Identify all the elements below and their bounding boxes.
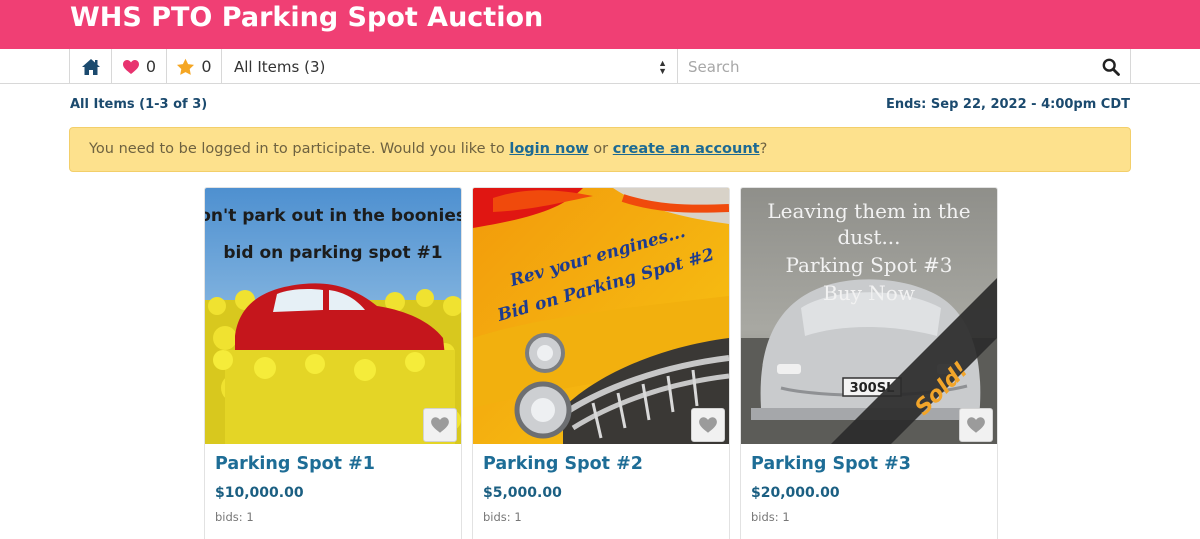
- favorite-button[interactable]: [691, 408, 725, 442]
- login-alert: You need to be logged in to participate.…: [69, 127, 1131, 172]
- home-icon: [81, 58, 100, 75]
- auction-item-card[interactable]: don't park out in the boonies - bid on p…: [204, 187, 462, 539]
- item-bids: bids: 1: [215, 510, 254, 524]
- favorite-heart-icon: [431, 417, 449, 433]
- favorite-heart-icon: [967, 417, 985, 433]
- home-button[interactable]: [69, 49, 111, 84]
- image-text-line: Leaving them in the: [767, 199, 970, 223]
- favorites-count: 0: [145, 57, 157, 76]
- star-icon: [177, 58, 195, 75]
- auction-end-label: Ends: Sep 22, 2022 - 4:00pm CDT: [885, 97, 1130, 112]
- item-title[interactable]: Parking Spot #1: [215, 454, 375, 474]
- item-bids: bids: 1: [483, 510, 522, 524]
- site-title[interactable]: WHS PTO Parking Spot Auction: [70, 2, 543, 33]
- category-select-value: All Items (3): [234, 57, 326, 76]
- alert-text-prefix: You need to be logged in to participate.…: [89, 141, 510, 157]
- favorite-button[interactable]: [959, 408, 993, 442]
- item-image[interactable]: 300SL Leaving them in the dust... Parkin…: [741, 188, 997, 444]
- select-arrows-icon: ▲ ▼: [658, 57, 667, 76]
- alert-text-suffix: ?: [759, 141, 768, 157]
- item-price: $20,000.00: [751, 485, 840, 501]
- image-text-line: don't park out in the boonies -: [205, 206, 461, 226]
- watchlist-button[interactable]: 0: [166, 49, 221, 84]
- item-title[interactable]: Parking Spot #2: [483, 454, 643, 474]
- favorites-button[interactable]: 0: [111, 49, 166, 84]
- site-header: WHS PTO Parking Spot Auction: [0, 0, 1200, 49]
- item-bids: bids: 1: [751, 510, 790, 524]
- image-text-line: Parking Spot #3: [785, 253, 952, 277]
- image-text-line: Buy Now: [823, 281, 915, 305]
- item-image[interactable]: Rev your engines... Bid on Parking Spot …: [473, 188, 729, 444]
- search-box: [677, 49, 1131, 84]
- item-price: $10,000.00: [215, 485, 304, 501]
- item-price: $5,000.00: [483, 485, 562, 501]
- create-account-link[interactable]: create an account: [613, 141, 760, 157]
- toolbar: 0 0 All Items (3) ▲ ▼: [0, 49, 1200, 84]
- favorite-button[interactable]: [423, 408, 457, 442]
- item-image[interactable]: don't park out in the boonies - bid on p…: [205, 188, 461, 444]
- category-select[interactable]: All Items (3) ▲ ▼: [221, 49, 677, 84]
- items-count-label: All Items (1-3 of 3): [70, 97, 208, 112]
- favorite-heart-icon: [699, 417, 717, 433]
- search-icon[interactable]: [1102, 58, 1120, 76]
- watch-count: 0: [201, 57, 212, 76]
- auction-item-card[interactable]: 300SL Leaving them in the dust... Parkin…: [740, 187, 998, 539]
- image-text-line: bid on parking spot #1: [223, 243, 442, 263]
- heart-icon: [122, 59, 139, 74]
- search-input[interactable]: [688, 57, 1068, 76]
- auction-item-card[interactable]: Rev your engines... Bid on Parking Spot …: [472, 187, 730, 539]
- item-title[interactable]: Parking Spot #3: [751, 454, 911, 474]
- login-link[interactable]: login now: [509, 141, 588, 157]
- alert-text-middle: or: [588, 141, 613, 157]
- image-text-line: dust...: [837, 225, 900, 249]
